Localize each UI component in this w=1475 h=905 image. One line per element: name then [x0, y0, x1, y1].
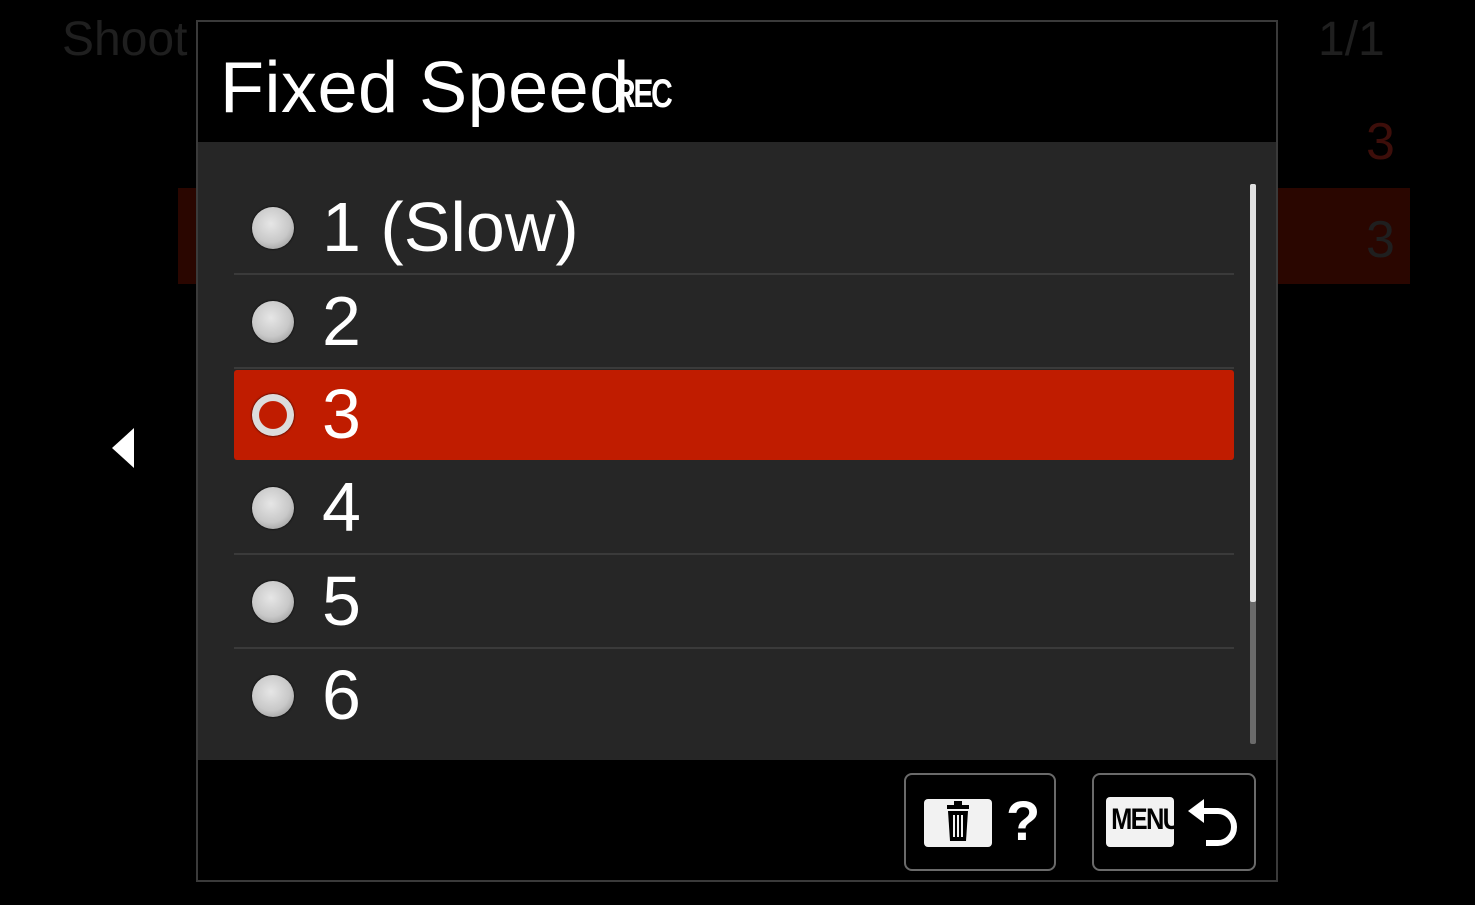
option-label: 3 [322, 375, 361, 453]
radio-button-selected[interactable] [252, 394, 294, 436]
option-row[interactable]: 4 [234, 462, 1234, 555]
option-row[interactable]: 1 (Slow) [234, 182, 1234, 275]
background-page-indicator: 1/1 [1318, 13, 1385, 66]
radio-button[interactable] [252, 207, 294, 249]
menu-label: MENU [1111, 803, 1181, 836]
option-label: 2 [322, 282, 361, 360]
return-arrow-icon [1188, 799, 1237, 846]
radio-button[interactable] [252, 581, 294, 623]
fixed-speed-dialog: Fixed Speed REC 1 (Slow) 2 3 4 5 6 ? MEN… [196, 20, 1278, 882]
dialog-title: Fixed Speed [220, 48, 630, 128]
row-divider [234, 367, 1234, 369]
option-row[interactable]: 6 [234, 650, 1234, 742]
radio-button[interactable] [252, 301, 294, 343]
radio-button[interactable] [252, 487, 294, 529]
option-list: 1 (Slow) 2 3 4 5 6 [198, 142, 1276, 760]
option-label: 6 [322, 656, 361, 734]
option-row[interactable]: 5 [234, 556, 1234, 649]
delete-help-button[interactable]: ? [904, 773, 1056, 871]
dialog-header: Fixed Speed REC [198, 22, 1276, 142]
background-menu-title: Shoot [62, 13, 188, 66]
option-row-selected[interactable]: 3 [234, 370, 1234, 460]
option-label: 4 [322, 468, 361, 546]
scrollbar-thumb[interactable] [1250, 184, 1256, 602]
row-divider [234, 273, 1234, 275]
row-divider [234, 553, 1234, 555]
left-arrow-icon[interactable] [110, 426, 136, 470]
option-row[interactable]: 2 [234, 276, 1234, 369]
menu-back-button[interactable]: MENU [1092, 773, 1256, 871]
row-divider [234, 647, 1234, 649]
help-label: ? [1006, 789, 1041, 852]
radio-button[interactable] [252, 675, 294, 717]
background-row-value: 3 [1366, 211, 1395, 269]
menu-key: MENU [1106, 797, 1181, 847]
scrollbar[interactable] [1250, 184, 1256, 744]
option-label: 5 [322, 562, 361, 640]
rec-mode-badge: REC [614, 72, 673, 116]
option-label: 1 (Slow) [322, 188, 579, 266]
background-row-value: 3 [1366, 113, 1395, 171]
trash-icon [924, 799, 992, 847]
